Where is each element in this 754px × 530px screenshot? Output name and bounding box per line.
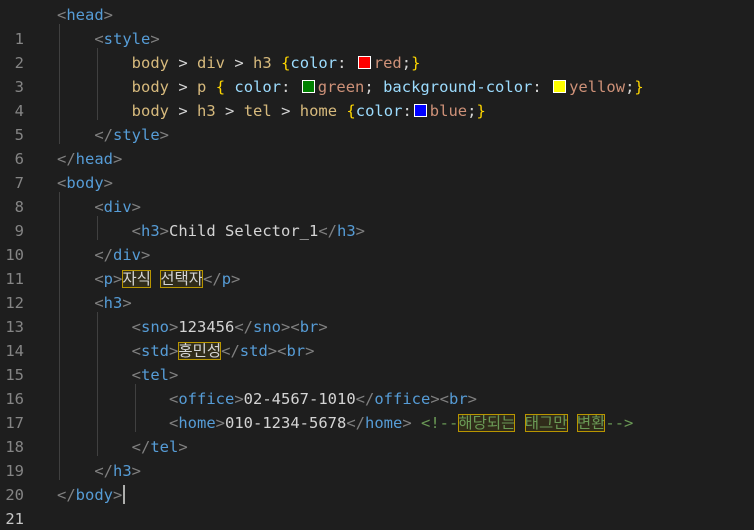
code-line[interactable]: 16 <tel> (0, 363, 754, 408)
color-swatch-yellow[interactable] (553, 80, 567, 93)
code-line[interactable]: 18 <home>010-1234-5678</home> <!--해당되는 태… (0, 411, 754, 456)
line-code: body > p { color: green; background-colo… (131, 78, 644, 96)
code-line[interactable]: 2 <style> (0, 27, 754, 72)
korean-text-highlight: 변환 (576, 414, 606, 432)
line-code: <div> (94, 198, 142, 216)
line-code: </style> (94, 126, 170, 144)
code-line[interactable]: 12 <p>자식 선택자</p> (0, 267, 754, 312)
code-line[interactable]: 8 <body> (0, 171, 754, 216)
code-line[interactable]: 7 </head> (0, 147, 754, 192)
code-line[interactable]: 6 </style> (0, 123, 754, 168)
line-code: </div> (94, 246, 151, 264)
code-line[interactable]: 4 body > p { color: green; background-co… (0, 75, 754, 120)
code-line[interactable]: 14 <sno>123456</sno><br> (0, 315, 754, 360)
code-line[interactable]: 5 body > h3 > tel > home {color: blue;} (0, 99, 754, 144)
korean-text-highlight: 해당되는 (458, 414, 516, 432)
line-code: <sno>123456</sno><br> (131, 318, 328, 336)
code-line[interactable]: 15 <std>홍민성</std><br> (0, 339, 754, 384)
korean-text-highlight: 태그만 (524, 414, 568, 432)
code-line[interactable]: 17 <office>02-4567-1010</office><br> (0, 387, 754, 432)
code-line[interactable]: 19 </tel> (0, 435, 754, 480)
line-code: <tel> (131, 366, 179, 384)
line-code: </head> (57, 150, 123, 168)
code-line[interactable]: 3 body > div > h3 {color: red;} (0, 51, 754, 96)
line-code: <p>자식 선택자</p> (94, 270, 241, 288)
code-line[interactable]: 11 </div> (0, 243, 754, 288)
line-code: </body> (57, 483, 126, 507)
line-code: </h3> (94, 462, 142, 480)
code-editor[interactable]: 1 <head> 2 <style> 3 body > div > h3 {co… (0, 0, 754, 530)
color-swatch-red[interactable] (357, 56, 371, 69)
korean-text-highlight: 선택자 (160, 270, 204, 288)
text-cursor (123, 485, 126, 504)
line-code: <body> (57, 174, 114, 192)
code-line[interactable]: 13 <h3> (0, 291, 754, 336)
korean-text-highlight: 자식 (122, 270, 151, 288)
line-code: body > div > h3 {color: red;} (131, 54, 421, 72)
line-code: <style> (94, 30, 160, 48)
line-code: </tel> (131, 438, 188, 456)
korean-text-highlight: 홍민성 (178, 342, 222, 360)
code-line-active[interactable]: 21 </body> (0, 483, 754, 528)
code-line[interactable]: 10 <h3>Child Selector_1</h3> (0, 219, 754, 264)
code-line[interactable]: 20 </h3> (0, 459, 754, 504)
line-code: <office>02-4567-1010</office><br> (168, 390, 478, 408)
code-line[interactable]: 9 <div> (0, 195, 754, 240)
color-swatch-green[interactable] (301, 80, 315, 93)
code-line[interactable]: 1 <head> (0, 3, 754, 48)
line-code: <home>010-1234-5678</home> <!--해당되는 태그만 … (168, 414, 634, 432)
color-swatch-blue[interactable] (413, 104, 427, 117)
line-code: <h3> (94, 294, 132, 312)
line-code: <head> (57, 6, 114, 24)
line-number: 21 (5, 510, 24, 528)
line-code: <std>홍민성</std><br> (131, 342, 315, 360)
line-code: <h3>Child Selector_1</h3> (131, 222, 366, 240)
line-code: body > h3 > tel > home {color: blue;} (131, 102, 486, 120)
